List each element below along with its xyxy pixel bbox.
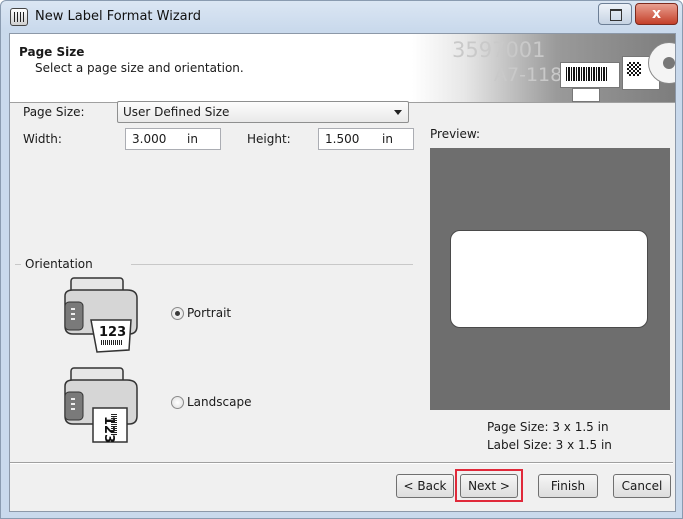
chevron-down-icon — [394, 110, 402, 115]
landscape-label[interactable]: Landscape — [187, 395, 251, 409]
height-value: 1.500 — [325, 132, 360, 146]
banner-code-text: A7-118 — [494, 64, 563, 86]
height-label: Height: — [247, 132, 291, 146]
cancel-button[interactable]: Cancel — [613, 474, 671, 498]
preview-label: Preview: — [430, 127, 481, 141]
page-subtitle: Select a page size and orientation. — [35, 61, 244, 75]
height-input[interactable]: 1.500 in — [318, 128, 414, 150]
landscape-radio[interactable] — [171, 396, 184, 409]
portrait-radio[interactable] — [171, 307, 184, 320]
barcode-app-icon — [10, 8, 28, 26]
preview-page-size: Page Size: 3 x 1.5 in — [487, 420, 609, 434]
small-barcode-icon — [572, 88, 600, 102]
portrait-printer-icon: 123 — [64, 277, 138, 353]
wizard-header: Page Size Select a page size and orienta… — [10, 34, 675, 103]
barcode-label-icon — [560, 62, 620, 88]
orientation-group-line — [131, 264, 413, 265]
page-size-dropdown[interactable]: User Defined Size — [117, 101, 409, 123]
page-title: Page Size — [19, 45, 85, 59]
title-bar[interactable]: New Label Format Wizard x — [1, 1, 682, 33]
restore-button[interactable] — [598, 3, 632, 25]
preview-label-shape — [450, 230, 648, 328]
finish-button[interactable]: Finish — [538, 474, 598, 498]
printer-card-text: 123 — [99, 325, 126, 340]
width-label: Width: — [23, 132, 62, 146]
preview-label-size: Label Size: 3 x 1.5 in — [487, 438, 612, 452]
height-unit: in — [382, 132, 393, 146]
page-size-value: User Defined Size — [123, 105, 230, 119]
orientation-group-label: Orientation — [25, 257, 93, 271]
close-button[interactable]: x — [635, 3, 678, 25]
width-input[interactable]: 3.000 in — [125, 128, 221, 150]
banner-number-text: 3597001 — [452, 38, 546, 62]
header-banner-image: 3597001 A7-118 — [412, 34, 675, 102]
next-button-highlight — [455, 469, 523, 502]
orientation-group-border — [15, 264, 21, 265]
button-separator — [10, 462, 673, 463]
width-value: 3.000 — [132, 132, 167, 146]
window-title: New Label Format Wizard — [35, 9, 201, 24]
landscape-printer-icon: 123 — [64, 367, 138, 443]
page-size-label: Page Size: — [23, 105, 85, 119]
width-unit: in — [187, 132, 198, 146]
back-button[interactable]: < Back — [396, 474, 454, 498]
wizard-window: New Label Format Wizard x Page Size Sele… — [0, 0, 683, 519]
portrait-label[interactable]: Portrait — [187, 306, 231, 320]
